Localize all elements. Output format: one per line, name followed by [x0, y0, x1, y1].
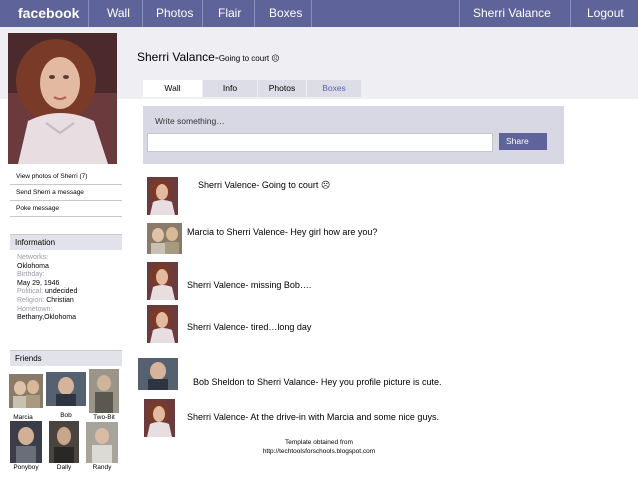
profile-status: Going to court ☹ — [218, 54, 280, 63]
post-author-photo[interactable] — [144, 399, 175, 442]
poke-link[interactable]: Poke message — [10, 201, 122, 217]
friend-name[interactable]: Marcia — [0, 414, 46, 421]
send-message-link[interactable]: Send Sherri a message — [10, 185, 122, 201]
information-panel: Networks: Oklohoma Birthday: May 29, 194… — [17, 254, 121, 323]
nav-divider — [254, 0, 255, 27]
friend-dally[interactable]: Dally — [44, 421, 84, 471]
profile-name: Sherri Valance- — [137, 50, 219, 64]
tab-boxes[interactable]: Boxes — [307, 80, 361, 97]
view-photos-link[interactable]: View photos of Sherri (7) — [10, 169, 122, 185]
nav-divider — [88, 0, 89, 27]
logout-link[interactable]: Logout — [587, 0, 624, 27]
nav-divider — [202, 0, 203, 27]
post-text: Marcia to Sherri Valence- Hey girl how a… — [187, 227, 378, 237]
friend-randy[interactable]: Randy — [82, 422, 122, 471]
share-button[interactable]: Share — [499, 133, 547, 150]
hometown-value: Bethany,Oklohoma — [17, 314, 77, 322]
birthday-label: Birthday: — [17, 271, 45, 279]
nav-flair[interactable]: Flair — [218, 0, 241, 27]
political-value: undecided — [45, 288, 78, 296]
top-nav-bar: facebook Wall Photos Flair Boxes Sherri … — [0, 0, 638, 27]
post-text: Sherri Valence- Going to court ☹ — [198, 180, 331, 190]
networks-label: Networks: — [17, 254, 49, 261]
friend-bob[interactable]: Bob — [46, 372, 86, 419]
wall-composer: Write something… Share — [143, 106, 564, 164]
religion-label: Religion: — [17, 296, 45, 304]
credit-url[interactable]: http://techtoolsforschools.blogspot.com — [250, 447, 388, 456]
hometown-label: Hometown: — [17, 305, 53, 313]
nav-wall[interactable]: Wall — [107, 0, 130, 27]
post-author-photo[interactable] — [147, 305, 178, 348]
profile-photo[interactable] — [8, 33, 117, 164]
post-author-photo[interactable] — [138, 358, 178, 395]
nav-divider — [570, 0, 571, 27]
nav-photos[interactable]: Photos — [156, 0, 193, 27]
post-text: Bob Sheldon to Sherri Valance- Hey you p… — [193, 377, 442, 387]
friend-marcia[interactable]: Marcia — [6, 374, 46, 421]
friend-name[interactable]: Randy — [82, 464, 122, 471]
friend-photo[interactable] — [10, 421, 42, 463]
post-author-photo[interactable] — [147, 223, 182, 259]
information-header: Information — [10, 234, 122, 250]
composer-hint: Write something… — [155, 116, 225, 126]
friend-photo[interactable] — [49, 421, 79, 463]
nav-divider — [142, 0, 143, 27]
friend-two-bit[interactable]: Two-Bit — [84, 369, 124, 421]
tab-photos[interactable]: Photos — [258, 80, 306, 97]
post-text: Sherri Valence- tired…long day — [187, 322, 312, 332]
post-text: Sherri Valence- At the drive-in with Mar… — [187, 412, 439, 422]
nav-divider — [311, 0, 312, 27]
birthday-value: May 29, 1946 — [17, 279, 60, 287]
profile-links: View photos of Sherri (7) Send Sherri a … — [10, 169, 122, 217]
nav-boxes[interactable]: Boxes — [269, 0, 302, 27]
friend-photo[interactable] — [86, 422, 118, 463]
nav-divider — [459, 0, 460, 27]
tab-wall[interactable]: Wall — [143, 80, 202, 97]
facebook-logo[interactable]: facebook — [18, 0, 79, 27]
friend-name[interactable]: Two-Bit — [84, 414, 124, 421]
tab-info[interactable]: Info — [203, 80, 257, 97]
friend-photo[interactable] — [89, 369, 119, 413]
post-text: Sherri Valence- missing Bob…. — [187, 280, 312, 290]
nav-user-name[interactable]: Sherri Valance — [473, 0, 551, 27]
political-label: Political: — [17, 288, 44, 296]
religion-value: Christian — [46, 296, 74, 304]
wall-post-input[interactable] — [147, 133, 493, 152]
post-author-photo[interactable] — [147, 177, 178, 220]
profile-name-heading: Sherri Valance-Going to court ☹ — [137, 50, 280, 64]
friend-photo[interactable] — [9, 374, 43, 410]
credit-line: Template obtained from — [285, 439, 353, 446]
template-credit: Template obtained from http://techtoolsf… — [250, 438, 388, 456]
post-author-photo[interactable] — [147, 262, 178, 305]
networks-value: Oklohoma — [17, 262, 49, 270]
friend-name[interactable]: Bob — [46, 412, 86, 419]
friend-name[interactable]: Ponyboy — [6, 464, 46, 471]
friend-ponyboy[interactable]: Ponyboy — [6, 421, 46, 471]
friends-header: Friends — [10, 350, 122, 366]
friend-name[interactable]: Dally — [44, 464, 84, 471]
friend-photo[interactable] — [46, 372, 86, 408]
